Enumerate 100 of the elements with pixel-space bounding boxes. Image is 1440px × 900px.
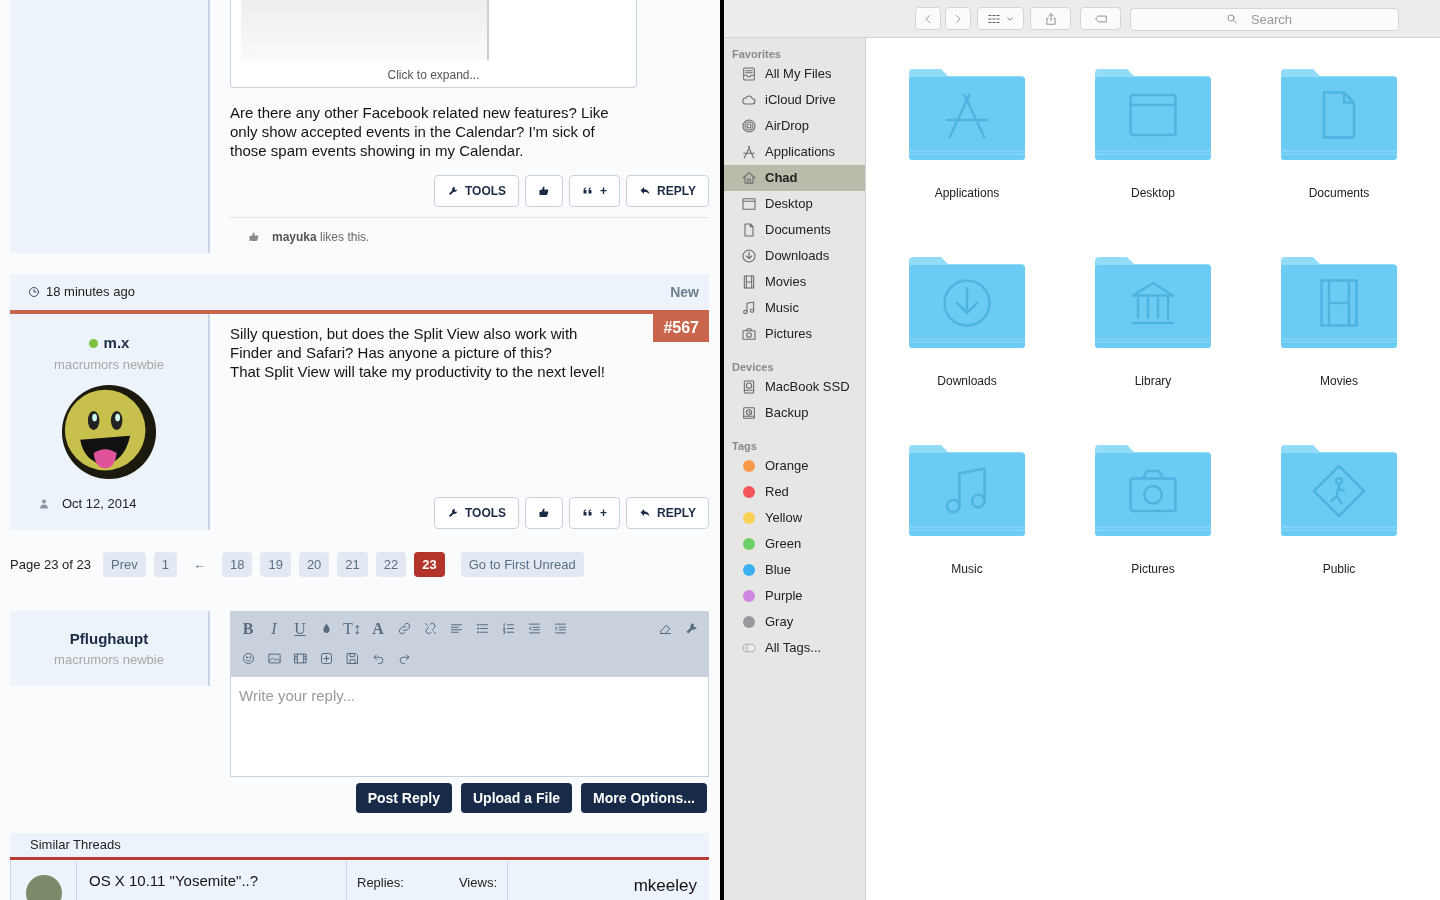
folder-label[interactable]: Desktop xyxy=(1131,184,1175,202)
sidebar-item[interactable]: Downloads xyxy=(724,243,865,269)
folder-label[interactable]: Public xyxy=(1322,560,1356,578)
forward-button[interactable] xyxy=(945,7,971,30)
page-link[interactable]: 1 xyxy=(153,552,177,577)
bold-button[interactable]: B xyxy=(238,617,258,640)
share-button[interactable] xyxy=(1030,7,1071,30)
airdrop-icon xyxy=(741,118,757,134)
cloud-icon xyxy=(741,92,757,108)
reply-button[interactable]: REPLY xyxy=(626,175,709,207)
page-summary: Page 23 of 23 xyxy=(10,555,91,574)
sidebar-item[interactable]: Green xyxy=(724,531,865,557)
music-note-icon xyxy=(741,300,757,316)
folder-label[interactable]: Downloads xyxy=(937,372,997,390)
sidebar-item[interactable]: Chad xyxy=(724,165,865,191)
sidebar-section-title: Favorites xyxy=(732,46,781,62)
wrench-icon xyxy=(446,507,459,519)
film-icon xyxy=(292,651,308,666)
new-label: New xyxy=(670,282,699,302)
link-icon xyxy=(396,621,412,636)
sidebar-item[interactable]: Pictures xyxy=(724,321,865,347)
tools-button[interactable]: TOOLS xyxy=(433,175,520,207)
folder-label[interactable]: Applications xyxy=(934,184,1000,202)
reply-arrow-icon xyxy=(639,185,652,197)
tag-button[interactable] xyxy=(1080,7,1121,30)
form-button[interactable]: Post Reply xyxy=(355,783,452,813)
quote-button[interactable]: + xyxy=(569,175,621,207)
sidebar-item[interactable]: Orange xyxy=(724,453,865,479)
folder-label[interactable]: Documents xyxy=(1308,184,1370,202)
like-button[interactable] xyxy=(525,175,564,207)
user-title: macrumors newbie xyxy=(54,355,164,374)
desktop-icon xyxy=(741,196,757,212)
reply-button[interactable]: REPLY xyxy=(626,497,709,529)
sidebar-item[interactable]: Music xyxy=(724,295,865,321)
search-field[interactable]: Search xyxy=(1130,8,1399,31)
save-icon xyxy=(344,651,360,666)
page-skip-link[interactable]: ← xyxy=(184,552,214,577)
italic-button[interactable]: I xyxy=(264,617,284,640)
sidebar-item[interactable]: Applications xyxy=(724,139,865,165)
sidebar-item[interactable]: All My Files xyxy=(724,61,865,87)
sidebar-item[interactable]: Backup xyxy=(724,400,865,426)
page-link[interactable]: 18 xyxy=(221,552,253,577)
folder-label[interactable]: Library xyxy=(1134,372,1172,390)
tools-button[interactable]: TOOLS xyxy=(433,497,520,529)
camera-icon xyxy=(741,326,757,342)
numbered-list-icon xyxy=(500,621,516,636)
page-link[interactable]: 20 xyxy=(298,552,330,577)
reply-field[interactable]: Write your reply... xyxy=(230,676,709,777)
join-date: Oct 12, 2014 xyxy=(62,495,137,513)
post-message: Silly question, but does the Split View also work with Finder and Safari? Has anyone a picture of this? That Split View will take my productivity to the next level! xyxy=(230,324,606,381)
sidebar-item[interactable]: Purple xyxy=(724,583,865,609)
size-button[interactable]: T↕ xyxy=(342,617,362,640)
folder-label[interactable]: Music xyxy=(951,560,983,578)
sidebar-item[interactable]: Red xyxy=(724,479,865,505)
sidebar-item[interactable]: Blue xyxy=(724,557,865,583)
replies-label: Replies: xyxy=(357,874,404,892)
page-link[interactable]: Prev xyxy=(102,552,146,577)
document-icon xyxy=(741,222,757,238)
sidebar-item[interactable]: Documents xyxy=(724,217,865,243)
underline-button[interactable]: U xyxy=(290,617,310,640)
view-options-button[interactable] xyxy=(977,7,1024,30)
sidebar-item[interactable]: All Tags... xyxy=(724,635,865,661)
form-button[interactable]: More Options... xyxy=(581,783,707,813)
sidebar-item[interactable]: Yellow xyxy=(724,505,865,531)
first-unread-link[interactable]: Go to First Unread xyxy=(460,552,584,577)
page-link[interactable]: 21 xyxy=(337,552,368,577)
outdent-icon xyxy=(526,621,542,636)
reply-arrow-icon xyxy=(639,507,652,519)
house-icon xyxy=(741,170,757,186)
page-link[interactable]: 19 xyxy=(260,552,291,577)
folder-label[interactable]: Movies xyxy=(1320,372,1358,390)
app-store-icon xyxy=(741,144,757,160)
person-icon xyxy=(38,497,50,510)
indent-icon xyxy=(552,621,568,636)
form-button[interactable]: Upload a File xyxy=(461,783,573,813)
sidebar-item[interactable]: Desktop xyxy=(724,191,865,217)
quote-button[interactable]: + xyxy=(569,497,621,529)
section-title: Similar Threads xyxy=(30,836,121,855)
sidebar-item[interactable]: AirDrop xyxy=(724,113,865,139)
likes-text: mayuka likes this. xyxy=(272,229,370,246)
sidebar-item[interactable]: MacBook SSD xyxy=(724,374,865,400)
thread-row[interactable]: OS X 10.11 "Yosemite"..? Replies: Views: mkeeley xyxy=(10,861,709,900)
redo-icon xyxy=(396,651,412,666)
post-number-badge[interactable]: #567 xyxy=(653,314,709,342)
page-link[interactable]: 22 xyxy=(375,552,407,577)
last-poster-link[interactable]: mkeeley xyxy=(633,876,697,895)
clock-icon xyxy=(28,286,40,298)
back-button[interactable] xyxy=(915,7,941,30)
sidebar-item[interactable]: iCloud Drive xyxy=(724,87,865,113)
thread-title-link[interactable]: OS X 10.11 "Yosemite"..? xyxy=(89,872,259,889)
username-link[interactable]: m.x xyxy=(103,332,130,355)
sidebar-item[interactable]: Gray xyxy=(724,609,865,635)
thread-avatar xyxy=(25,875,62,900)
page-link[interactable]: 23 xyxy=(414,552,445,577)
folder-label[interactable]: Pictures xyxy=(1131,560,1175,578)
post-time: 18 minutes ago xyxy=(46,283,135,302)
click-to-expand-link[interactable]: Click to expand... xyxy=(387,66,480,84)
sidebar-item[interactable]: Movies xyxy=(724,269,865,295)
font-button[interactable]: A xyxy=(368,617,388,640)
like-button[interactable] xyxy=(525,497,564,529)
